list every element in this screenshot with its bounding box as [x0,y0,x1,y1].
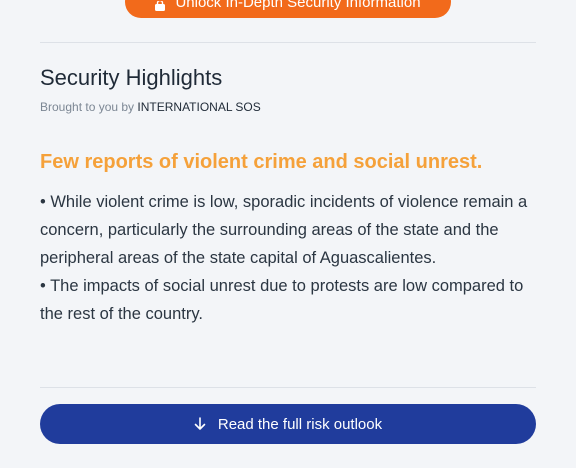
bottom-divider [40,387,536,388]
read-full-outlook-button[interactable]: Read the full risk outlook [40,404,536,444]
unlock-security-info-button[interactable]: Unlock In-Depth Security Information [125,0,451,18]
top-divider [40,42,536,43]
unlock-button-label: Unlock In-Depth Security Information [175,0,421,11]
byline-org: INTERNATIONAL SOS [137,100,261,114]
arrow-down-icon [194,417,206,430]
read-full-outlook-label: Read the full risk outlook [217,415,383,433]
security-details: • While violent crime is low, sporadic i… [40,188,530,328]
byline-prefix: Brought to you by [40,100,138,114]
byline: Brought to you by INTERNATIONAL SOS [40,100,261,114]
detail-paragraph-1: • While violent crime is low, sporadic i… [40,193,528,267]
detail-paragraph-2: • The impacts of social unrest due to pr… [40,277,524,323]
lock-icon [155,1,166,11]
section-title: Security Highlights [40,65,223,90]
security-headline: Few reports of violent crime and social … [40,151,483,173]
